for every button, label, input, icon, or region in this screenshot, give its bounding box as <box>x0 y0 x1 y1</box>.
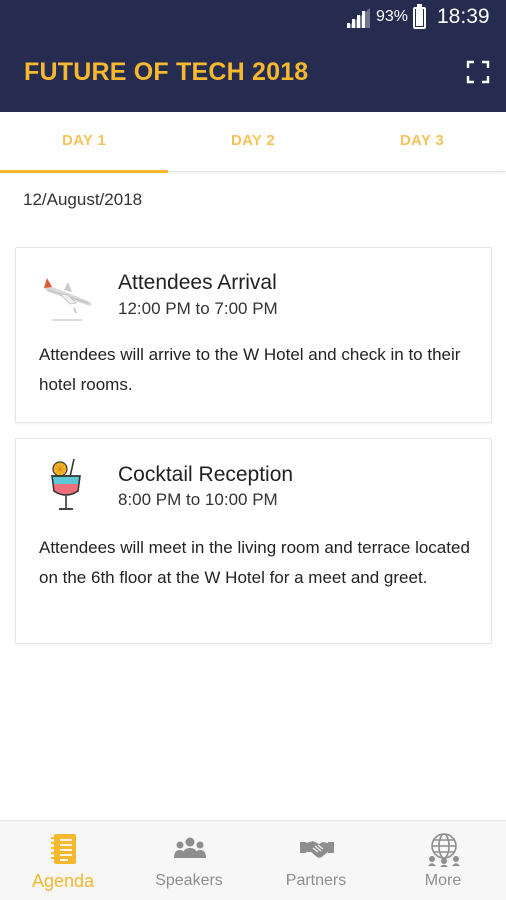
globe-icon <box>428 833 460 867</box>
airplane-icon <box>44 278 92 321</box>
nav-speakers[interactable]: Speakers <box>126 821 252 900</box>
event-title: Cocktail Reception <box>118 463 294 486</box>
nav-label: More <box>424 872 462 889</box>
tab-indicator <box>0 170 168 173</box>
cocktail-icon <box>51 458 81 510</box>
top-bar: 93% 18:39 FUTURE OF TECH 2018 <box>0 0 506 112</box>
tab-day-3[interactable]: DAY 3 <box>338 112 506 170</box>
bottom-navigation: Agenda Speakers Partners More <box>0 820 506 900</box>
nav-agenda[interactable]: Agenda <box>0 821 126 900</box>
nav-label: Agenda <box>31 871 95 891</box>
tab-day-2[interactable]: DAY 2 <box>169 112 337 170</box>
tab-day-1[interactable]: DAY 1 <box>0 112 168 170</box>
status-time: 18:39 <box>437 5 490 28</box>
event-description: Attendees will arrive to the W Hotel and… <box>39 345 461 394</box>
app-title: FUTURE OF TECH 2018 <box>24 58 309 86</box>
event-time: 12:00 PM to 7:00 PM <box>118 299 278 318</box>
day-tabs: DAY 1 DAY 2 DAY 3 <box>0 112 506 173</box>
event-card[interactable]: Attendees Arrival 12:00 PM to 7:00 PM At… <box>15 247 492 423</box>
nav-label: Speakers <box>155 872 223 889</box>
event-description: Attendees will meet in the living room a… <box>39 538 470 587</box>
nav-more[interactable]: More <box>380 821 506 900</box>
agenda-icon <box>51 834 76 864</box>
status-bar: 93% 18:39 <box>0 0 506 36</box>
partners-icon <box>300 841 334 858</box>
fullscreen-icon[interactable] <box>466 60 490 84</box>
battery-percent: 93% <box>376 8 409 25</box>
battery-icon <box>413 4 426 29</box>
nav-label: Partners <box>285 872 347 889</box>
event-title: Attendees Arrival <box>118 271 277 294</box>
agenda-date: 12/August/2018 <box>23 190 143 209</box>
event-card[interactable]: Cocktail Reception 8:00 PM to 10:00 PM A… <box>15 438 492 644</box>
speakers-icon <box>174 837 206 858</box>
nav-partners[interactable]: Partners <box>253 821 379 900</box>
event-time: 8:00 PM to 10:00 PM <box>118 490 278 509</box>
app-screen: 93% 18:39 FUTURE OF TECH 2018 DAY 1 DAY … <box>0 0 506 900</box>
signal-icon <box>346 8 370 28</box>
